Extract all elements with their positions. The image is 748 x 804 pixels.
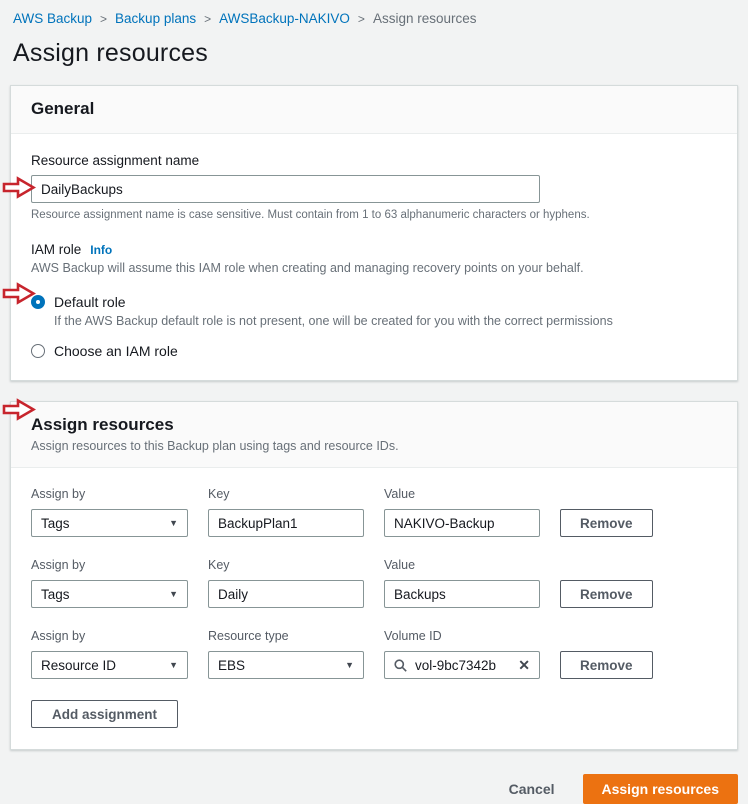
annotation-arrow-default-role xyxy=(2,282,36,305)
key-cell: Key xyxy=(208,487,364,537)
volume-id-input[interactable] xyxy=(415,658,510,673)
volume-id-search[interactable]: ✕ xyxy=(384,651,540,679)
clear-icon[interactable]: ✕ xyxy=(518,658,530,672)
chevron-down-icon: ▼ xyxy=(169,660,178,670)
remove-button[interactable]: Remove xyxy=(560,651,653,679)
assign-by-cell: Assign by Tags ▼ xyxy=(31,487,188,537)
default-role-radio-row: Default role xyxy=(31,294,717,310)
page-title: Assign resources xyxy=(13,39,748,68)
remove-cell: Remove xyxy=(560,580,717,608)
value-cell: Value xyxy=(384,487,540,537)
search-icon xyxy=(394,659,407,672)
assign-resources-card-body: Assign by Tags ▼ Key Value Remove Assign xyxy=(11,468,737,749)
choose-iam-role-radio[interactable] xyxy=(31,344,45,358)
value-label: Value xyxy=(384,487,540,501)
assign-by-dropdown-value: Tags xyxy=(41,587,70,602)
assign-resources-card-header: Assign resources Assign resources to thi… xyxy=(11,402,737,468)
key-cell: Key xyxy=(208,558,364,608)
breadcrumb-separator: > xyxy=(358,12,365,26)
annotation-arrow-assign-resources xyxy=(2,398,36,421)
assign-resources-card-title: Assign resources xyxy=(31,415,717,435)
breadcrumb-plan-name[interactable]: AWSBackup-NAKIVO xyxy=(219,11,350,26)
chevron-down-icon: ▼ xyxy=(169,518,178,528)
resource-type-cell: Resource type EBS ▼ xyxy=(208,629,364,679)
remove-button[interactable]: Remove xyxy=(560,509,653,537)
cancel-button[interactable]: Cancel xyxy=(509,781,555,797)
assign-resources-card-subtitle: Assign resources to this Backup plan usi… xyxy=(31,439,717,453)
add-assignment-button[interactable]: Add assignment xyxy=(31,700,178,728)
remove-button[interactable]: Remove xyxy=(560,580,653,608)
breadcrumb: AWS Backup > Backup plans > AWSBackup-NA… xyxy=(0,0,748,26)
assignment-row-2: Assign by Tags ▼ Key Value Remove xyxy=(31,558,717,608)
assign-by-dropdown-value: Resource ID xyxy=(41,658,116,673)
breadcrumb-separator: > xyxy=(100,12,107,26)
assign-by-dropdown[interactable]: Resource ID ▼ xyxy=(31,651,188,679)
resource-assignment-name-input[interactable] xyxy=(31,175,540,203)
resource-type-dropdown[interactable]: EBS ▼ xyxy=(208,651,364,679)
general-card: General Resource assignment name Resourc… xyxy=(10,85,738,381)
breadcrumb-backup-plans[interactable]: Backup plans xyxy=(115,11,196,26)
resource-type-dropdown-value: EBS xyxy=(218,658,245,673)
volume-id-cell: Volume ID ✕ xyxy=(384,629,540,679)
remove-cell: Remove xyxy=(560,509,717,537)
assign-by-dropdown-value: Tags xyxy=(41,516,70,531)
iam-role-description: AWS Backup will assume this IAM role whe… xyxy=(31,261,717,275)
value-input[interactable] xyxy=(384,509,540,537)
breadcrumb-separator: > xyxy=(204,12,211,26)
key-input[interactable] xyxy=(208,509,364,537)
chevron-down-icon: ▼ xyxy=(345,660,354,670)
assign-by-cell: Assign by Tags ▼ xyxy=(31,558,188,608)
assign-by-dropdown[interactable]: Tags ▼ xyxy=(31,509,188,537)
resource-assignment-name-hint: Resource assignment name is case sensiti… xyxy=(31,209,717,221)
choose-iam-role-radio-label[interactable]: Choose an IAM role xyxy=(54,343,178,359)
value-cell: Value xyxy=(384,558,540,608)
key-input[interactable] xyxy=(208,580,364,608)
volume-id-label: Volume ID xyxy=(384,629,540,643)
general-card-body: Resource assignment name Resource assign… xyxy=(11,134,737,380)
assign-by-label: Assign by xyxy=(31,629,188,643)
annotation-arrow-name-input xyxy=(2,176,36,199)
default-role-radio-label[interactable]: Default role xyxy=(54,294,126,310)
resource-assignment-name-label: Resource assignment name xyxy=(31,153,717,168)
footer-actions: Cancel Assign resources xyxy=(10,770,738,804)
assign-resources-card: Assign resources Assign resources to thi… xyxy=(10,401,738,750)
assignment-row-3: Assign by Resource ID ▼ Resource type EB… xyxy=(31,629,717,679)
choose-iam-role-radio-row: Choose an IAM role xyxy=(31,343,717,359)
default-role-radio-description: If the AWS Backup default role is not pr… xyxy=(54,314,717,328)
assign-by-label: Assign by xyxy=(31,487,188,501)
value-label: Value xyxy=(384,558,540,572)
remove-cell: Remove xyxy=(560,651,717,679)
iam-role-label: IAM role xyxy=(31,242,81,257)
value-input[interactable] xyxy=(384,580,540,608)
key-label: Key xyxy=(208,487,364,501)
chevron-down-icon: ▼ xyxy=(169,589,178,599)
resource-type-label: Resource type xyxy=(208,629,364,643)
assignment-row-1: Assign by Tags ▼ Key Value Remove xyxy=(31,487,717,537)
iam-role-section: IAM role Info AWS Backup will assume thi… xyxy=(31,242,717,359)
assign-by-cell: Assign by Resource ID ▼ xyxy=(31,629,188,679)
breadcrumb-aws-backup[interactable]: AWS Backup xyxy=(13,11,92,26)
iam-role-info-link[interactable]: Info xyxy=(90,243,112,257)
general-card-title: General xyxy=(31,99,717,119)
general-card-header: General xyxy=(11,86,737,134)
assign-by-dropdown[interactable]: Tags ▼ xyxy=(31,580,188,608)
breadcrumb-current: Assign resources xyxy=(373,11,477,26)
key-label: Key xyxy=(208,558,364,572)
assign-resources-submit-button[interactable]: Assign resources xyxy=(583,774,739,804)
assign-by-label: Assign by xyxy=(31,558,188,572)
